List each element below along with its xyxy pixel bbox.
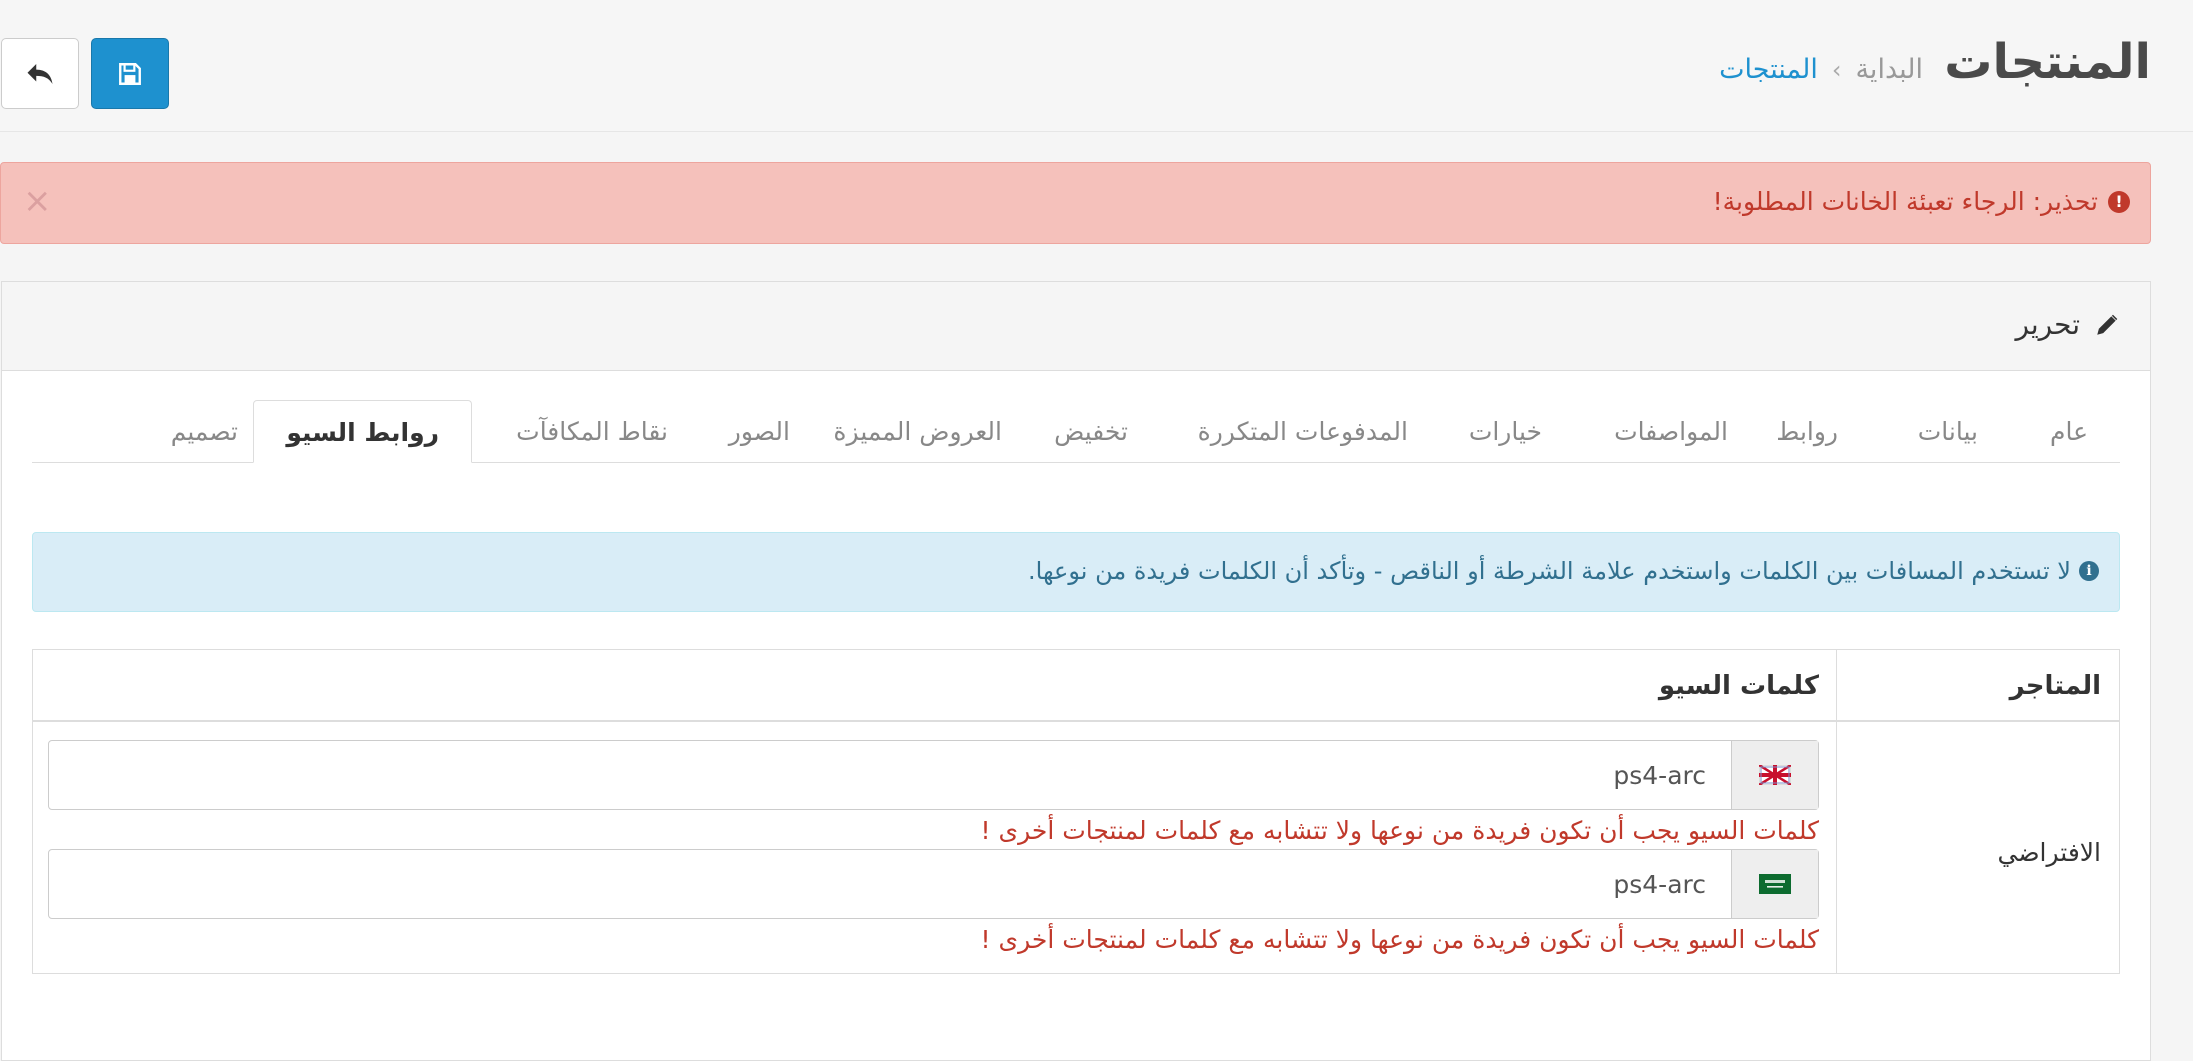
exclamation-circle-icon: ! <box>2108 190 2130 213</box>
tab-options[interactable]: خيارات <box>1437 400 1574 462</box>
back-button[interactable] <box>1 38 79 109</box>
column-header-stores: المتاجر <box>2009 671 2101 701</box>
page-header: المنتجات البداية › المنتجات <box>0 0 2193 132</box>
pencil-icon <box>2097 314 2118 335</box>
save-button[interactable] <box>91 38 169 109</box>
info-circle-icon: i <box>2079 561 2099 581</box>
seo-keyword-value: ps4-arc <box>1613 761 1706 790</box>
tab-design[interactable]: تصميم <box>139 400 270 462</box>
warning-message: ! تحذير: الرجاء تعبئة الخانات المطلوبة! <box>1713 187 2130 216</box>
panel-title-text: تحرير <box>2015 308 2080 341</box>
page-title: المنتجات <box>1944 34 2151 90</box>
panel-title: تحرير <box>2015 308 2120 341</box>
seo-keyword-error: كلمات السيو يجب أن تكون فريدة من نوعها و… <box>980 816 1819 845</box>
warning-alert: ! تحذير: الرجاء تعبئة الخانات المطلوبة! … <box>0 162 2151 244</box>
column-divider <box>1836 650 1837 973</box>
tab-images[interactable]: الصور <box>697 400 822 462</box>
reply-icon <box>27 63 53 84</box>
info-message: i لا تستخدم المسافات بين الكلمات واستخدم… <box>1028 557 2099 585</box>
header-divider <box>33 720 2119 722</box>
breadcrumb-home[interactable]: البداية <box>1855 54 1923 85</box>
tab-data[interactable]: بيانات <box>1886 400 2010 462</box>
edit-panel: تحرير عام بيانات روابط المواصفات خيارات … <box>1 281 2151 1061</box>
language-addon <box>1731 741 1818 809</box>
column-header-seo-keywords: كلمات السيو <box>1658 671 1819 701</box>
close-icon[interactable]: × <box>23 181 52 221</box>
seo-keyword-value: ps4-arc <box>1613 870 1706 899</box>
tab-bar: عام بيانات روابط المواصفات خيارات المدفو… <box>32 400 2120 463</box>
uk-flag-icon <box>1759 765 1791 785</box>
tab-general[interactable]: عام <box>2018 400 2120 462</box>
store-name: الافتراضي <box>1997 838 2101 867</box>
tab-discount[interactable]: تخفيض <box>1022 400 1160 462</box>
breadcrumb: البداية › المنتجات <box>1719 54 1923 85</box>
info-alert: i لا تستخدم المسافات بين الكلمات واستخدم… <box>32 532 2120 612</box>
tab-seo[interactable]: روابط السيو <box>253 400 472 463</box>
tab-links[interactable]: روابط <box>1744 400 1870 462</box>
seo-keyword-error: كلمات السيو يجب أن تكون فريدة من نوعها و… <box>980 925 1819 954</box>
seo-table: المتاجر كلمات السيو الافتراضي ps4-arc كل… <box>32 649 2120 974</box>
page: المنتجات البداية › المنتجات ! تحذير: الر… <box>0 0 2193 1061</box>
language-addon <box>1731 850 1818 918</box>
seo-keyword-input-arabic[interactable]: ps4-arc <box>48 849 1819 919</box>
tab-attributes[interactable]: المواصفات <box>1582 400 1760 462</box>
breadcrumb-current[interactable]: المنتجات <box>1719 54 1818 85</box>
breadcrumb-separator: › <box>1831 55 1842 84</box>
warning-text: تحذير: الرجاء تعبئة الخانات المطلوبة! <box>1712 187 2098 216</box>
save-icon <box>119 62 141 85</box>
panel-heading: تحرير <box>2 282 2150 371</box>
tab-special[interactable]: العروض المميزة <box>801 400 1034 462</box>
tab-recurring[interactable]: المدفوعات المتكررة <box>1166 400 1440 462</box>
tab-reward-points[interactable]: نقاط المكافآت <box>484 400 700 462</box>
saudi-flag-icon <box>1759 874 1791 894</box>
seo-keyword-input-english[interactable]: ps4-arc <box>48 740 1819 810</box>
info-text: لا تستخدم المسافات بين الكلمات واستخدم ع… <box>1028 557 2071 585</box>
